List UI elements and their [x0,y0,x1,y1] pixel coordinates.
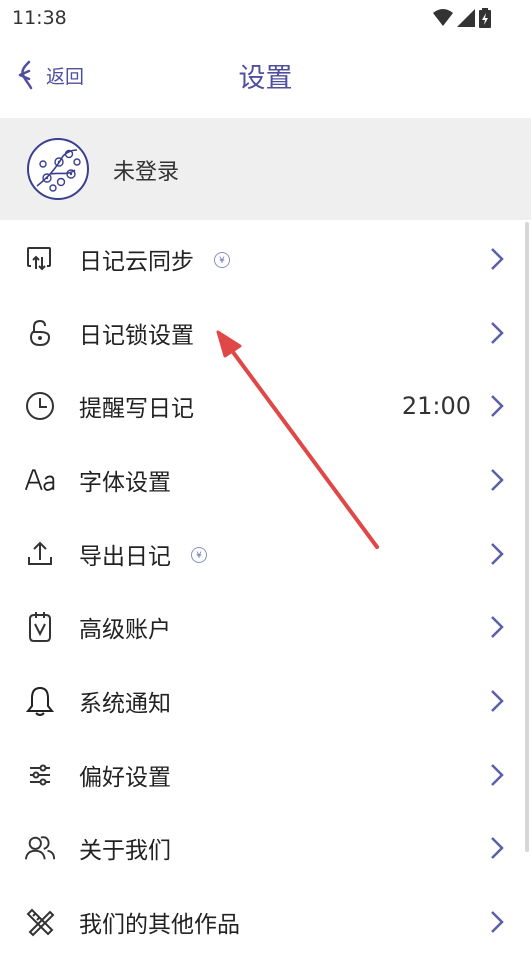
vip-badge-icon: ¥ [214,252,230,269]
status-icons [433,8,491,28]
chevron-right-icon [491,247,504,270]
chevron-right-icon [491,321,504,344]
font-icon [24,464,56,496]
battery-icon [479,8,491,28]
menu-item-font-settings[interactable]: 字体设置 [0,443,531,517]
login-status-label: 未登录 [113,160,180,185]
plum-blossom-avatar-icon [36,149,81,192]
chevron-right-icon [491,395,504,418]
tools-icon [24,906,56,938]
cloud-sync-icon [24,243,56,275]
menu-item-cloud-sync[interactable]: 日记云同步 ¥ [0,222,531,296]
avatar[interactable] [27,138,89,200]
menu-item-label: 日记锁设置 [79,322,194,349]
reminder-time-value: 21:00 [401,392,471,421]
page-title: 设置 [238,63,293,94]
people-icon [24,832,56,864]
nav-bar: 返回 设置 [0,36,531,118]
menu-item-diary-lock[interactable]: 日记锁设置 [0,296,531,370]
menu-item-reminder[interactable]: 提醒写日记 21:00 [0,369,531,443]
menu-item-label: 关于我们 [79,838,171,865]
chevron-right-icon [491,911,504,933]
menu-item-label: 我们的其他作品 [79,912,240,939]
menu-item-label: 系统通知 [79,690,171,717]
menu-item-about-us[interactable]: 关于我们 [0,812,531,886]
status-bar: 11:38 [0,0,531,36]
clock-icon [24,390,56,422]
menu-item-label: 高级账户 [79,617,171,644]
export-icon [24,538,56,570]
profile-section[interactable]: 未登录 [0,118,531,220]
chevron-right-icon [491,616,504,639]
menu-item-premium-account[interactable]: 高级账户 [0,590,531,664]
signal-icon [457,9,475,27]
menu-item-export[interactable]: 导出日记 ¥ [0,517,531,591]
menu-item-label: 导出日记 ¥ [79,537,207,571]
wifi-icon [433,9,453,26]
chevron-right-icon [491,690,504,712]
menu-item-preferences[interactable]: 偏好设置 [0,738,531,812]
chevron-right-icon [491,542,504,565]
status-time: 11:38 [12,7,67,29]
lock-icon [24,317,56,349]
menu-item-label: 偏好设置 [79,764,171,791]
sliders-icon [24,759,56,791]
premium-account-icon [24,611,56,643]
menu-item-notifications[interactable]: 系统通知 [0,664,531,738]
menu-item-other-apps[interactable]: 我们的其他作品 [0,885,531,959]
chevron-right-icon [491,837,504,860]
settings-menu: 日记云同步 ¥ 日记锁设置 提醒写日记 21:00 字体设置 导出日记 ¥ 高级… [0,222,531,959]
scrollbar[interactable] [525,222,529,852]
menu-item-label: 字体设置 [79,469,171,496]
menu-item-label: 提醒写日记 [79,396,194,423]
menu-item-label: 日记云同步 ¥ [79,242,230,276]
vip-badge-icon: ¥ [191,547,207,564]
chevron-right-icon [491,469,504,491]
bell-icon [24,685,56,717]
chevron-right-icon [491,763,504,786]
